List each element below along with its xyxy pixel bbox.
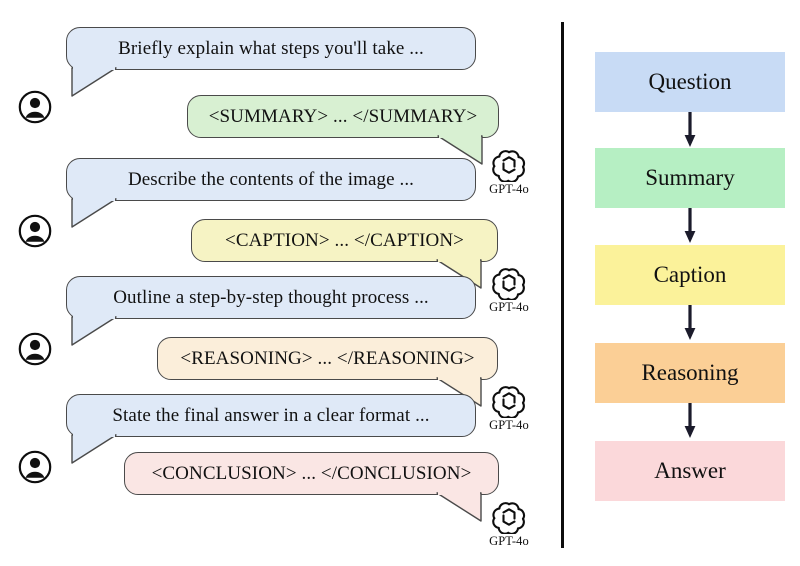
chat-bubble-assistant-conclusion[interactable]: <CONCLUSION> ... </CONCLUSION> (124, 452, 499, 495)
flow-stage-answer[interactable]: Answer (595, 441, 785, 501)
flow-stage-label: Caption (653, 262, 727, 287)
chat-panel: Briefly explain what steps you'll take .… (0, 0, 560, 566)
user-avatar-icon (18, 214, 52, 248)
chat-bubble-text: State the final answer in a clear format… (112, 405, 430, 426)
assistant-name-label: GPT-4o (489, 300, 529, 314)
openai-logo-icon (492, 268, 526, 300)
flow-stage-caption[interactable]: Caption (595, 245, 785, 305)
pipeline-flow-panel: Question Summary Caption Reasoning Answe… (561, 0, 800, 566)
flow-stage-question[interactable]: Question (595, 52, 785, 112)
chat-bubble-user-4[interactable]: State the final answer in a clear format… (66, 394, 476, 437)
flow-stage-label: Answer (654, 458, 726, 483)
flow-arrow-down-icon-3 (683, 305, 697, 341)
figure-canvas: Briefly explain what steps you'll take .… (0, 0, 800, 566)
assistant-badge-3: GPT-4o (481, 384, 537, 432)
bubble-tail-left-3 (71, 315, 117, 346)
chat-bubble-assistant-caption[interactable]: <CAPTION> ... </CAPTION> (191, 219, 498, 262)
bubble-tail-left-2 (71, 197, 117, 228)
flow-stage-reasoning[interactable]: Reasoning (595, 343, 785, 403)
flow-arrow-down-icon-1 (683, 112, 697, 148)
openai-logo-icon (492, 386, 526, 418)
chat-bubble-assistant-reasoning[interactable]: <REASONING> ... </REASONING> (157, 337, 498, 380)
chat-bubble-text: Briefly explain what steps you'll take .… (118, 38, 424, 59)
chat-bubble-text: <CAPTION> ... </CAPTION> (225, 230, 464, 251)
chat-bubble-text: Describe the contents of the image ... (127, 169, 415, 190)
chat-bubble-text: Outline a step-by-step thought process .… (113, 287, 429, 308)
flow-arrow-down-icon-4 (683, 403, 697, 439)
chat-bubble-text: <CONCLUSION> ... </CONCLUSION> (151, 463, 472, 484)
assistant-badge-2: GPT-4o (481, 266, 537, 314)
flow-stage-label: Summary (645, 165, 735, 190)
bubble-tail-left-1 (71, 66, 117, 97)
assistant-name-label: GPT-4o (489, 418, 529, 432)
assistant-name-label: GPT-4o (489, 182, 529, 196)
chat-bubble-assistant-summary[interactable]: <SUMMARY> ... </SUMMARY> (187, 95, 499, 138)
user-avatar-icon (18, 450, 52, 484)
flow-stage-label: Reasoning (641, 360, 739, 385)
assistant-badge-4: GPT-4o (481, 500, 537, 548)
openai-logo-icon (492, 150, 526, 182)
chat-bubble-user-3[interactable]: Outline a step-by-step thought process .… (66, 276, 476, 319)
assistant-name-label: GPT-4o (489, 534, 529, 548)
chat-bubble-text: <REASONING> ... </REASONING> (180, 348, 475, 369)
flow-stage-label: Question (648, 69, 732, 94)
user-avatar-icon (18, 332, 52, 366)
chat-bubble-user-2[interactable]: Describe the contents of the image ... (66, 158, 476, 201)
assistant-badge-1: GPT-4o (481, 148, 537, 196)
bubble-tail-left-4 (71, 433, 117, 464)
chat-bubble-user-1[interactable]: Briefly explain what steps you'll take .… (66, 27, 476, 70)
flow-arrow-down-icon-2 (683, 208, 697, 244)
openai-logo-icon (492, 502, 526, 534)
chat-bubble-text: <SUMMARY> ... </SUMMARY> (208, 106, 478, 127)
flow-stage-summary[interactable]: Summary (595, 148, 785, 208)
user-avatar-icon (18, 90, 52, 124)
